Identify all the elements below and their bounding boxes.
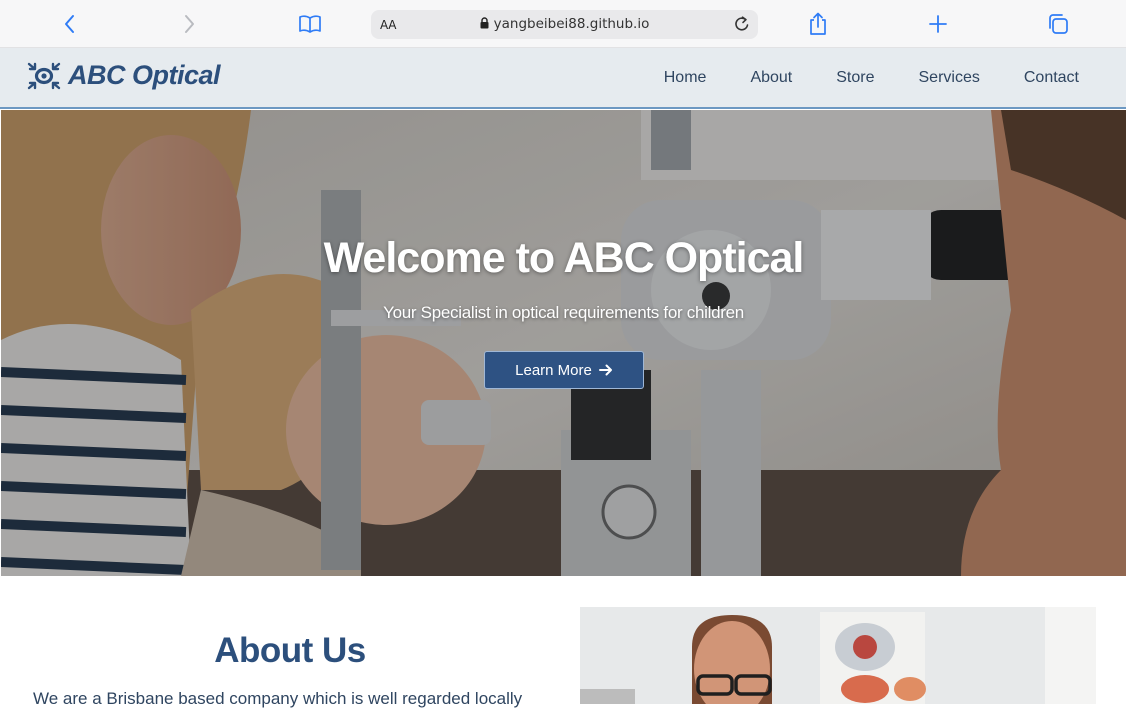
logo[interactable]: ABC Optical: [26, 60, 221, 91]
address-bar[interactable]: AA yangbeibei88.github.io: [371, 10, 758, 39]
eye-logo-icon: [27, 62, 61, 89]
nav-contact[interactable]: Contact: [1002, 69, 1126, 87]
site-header: ABC Optical Home About Store Services Co…: [0, 48, 1126, 109]
hero-title: Welcome to ABC Optical: [323, 234, 805, 282]
lock-icon: [480, 17, 489, 29]
about-text: We are a Brisbane based company which is…: [33, 689, 523, 708]
nav-home[interactable]: Home: [642, 69, 729, 87]
browser-toolbar: AA yangbeibei88.github.io: [0, 0, 1126, 48]
chevron-left-icon[interactable]: [58, 12, 82, 36]
chevron-right-icon[interactable]: [177, 12, 201, 36]
share-icon[interactable]: [806, 12, 830, 36]
url-text: yangbeibei88.github.io: [493, 16, 650, 32]
reload-icon[interactable]: [732, 14, 752, 34]
arrow-right-icon: [598, 364, 612, 376]
about-title: About Us: [214, 631, 366, 670]
book-icon[interactable]: [298, 12, 322, 36]
learn-more-label: Learn More: [515, 361, 592, 379]
learn-more-button[interactable]: Learn More: [484, 351, 644, 389]
brand-name: ABC Optical: [68, 60, 221, 90]
nav-store[interactable]: Store: [814, 69, 896, 87]
main-nav: Home About Store Services Contact: [642, 48, 1126, 107]
nav-services[interactable]: Services: [897, 69, 1002, 87]
optometrist-image: [580, 607, 1096, 704]
hero-section: Welcome to ABC Optical Your Specialist i…: [1, 110, 1126, 576]
hero-overlay: [1, 110, 1126, 576]
hero-subtitle: Your Specialist in optical requirements …: [383, 303, 744, 322]
url-display[interactable]: yangbeibei88.github.io: [371, 16, 758, 32]
nav-about[interactable]: About: [728, 69, 814, 87]
plus-icon[interactable]: [926, 12, 950, 36]
tabs-icon[interactable]: [1046, 12, 1070, 36]
